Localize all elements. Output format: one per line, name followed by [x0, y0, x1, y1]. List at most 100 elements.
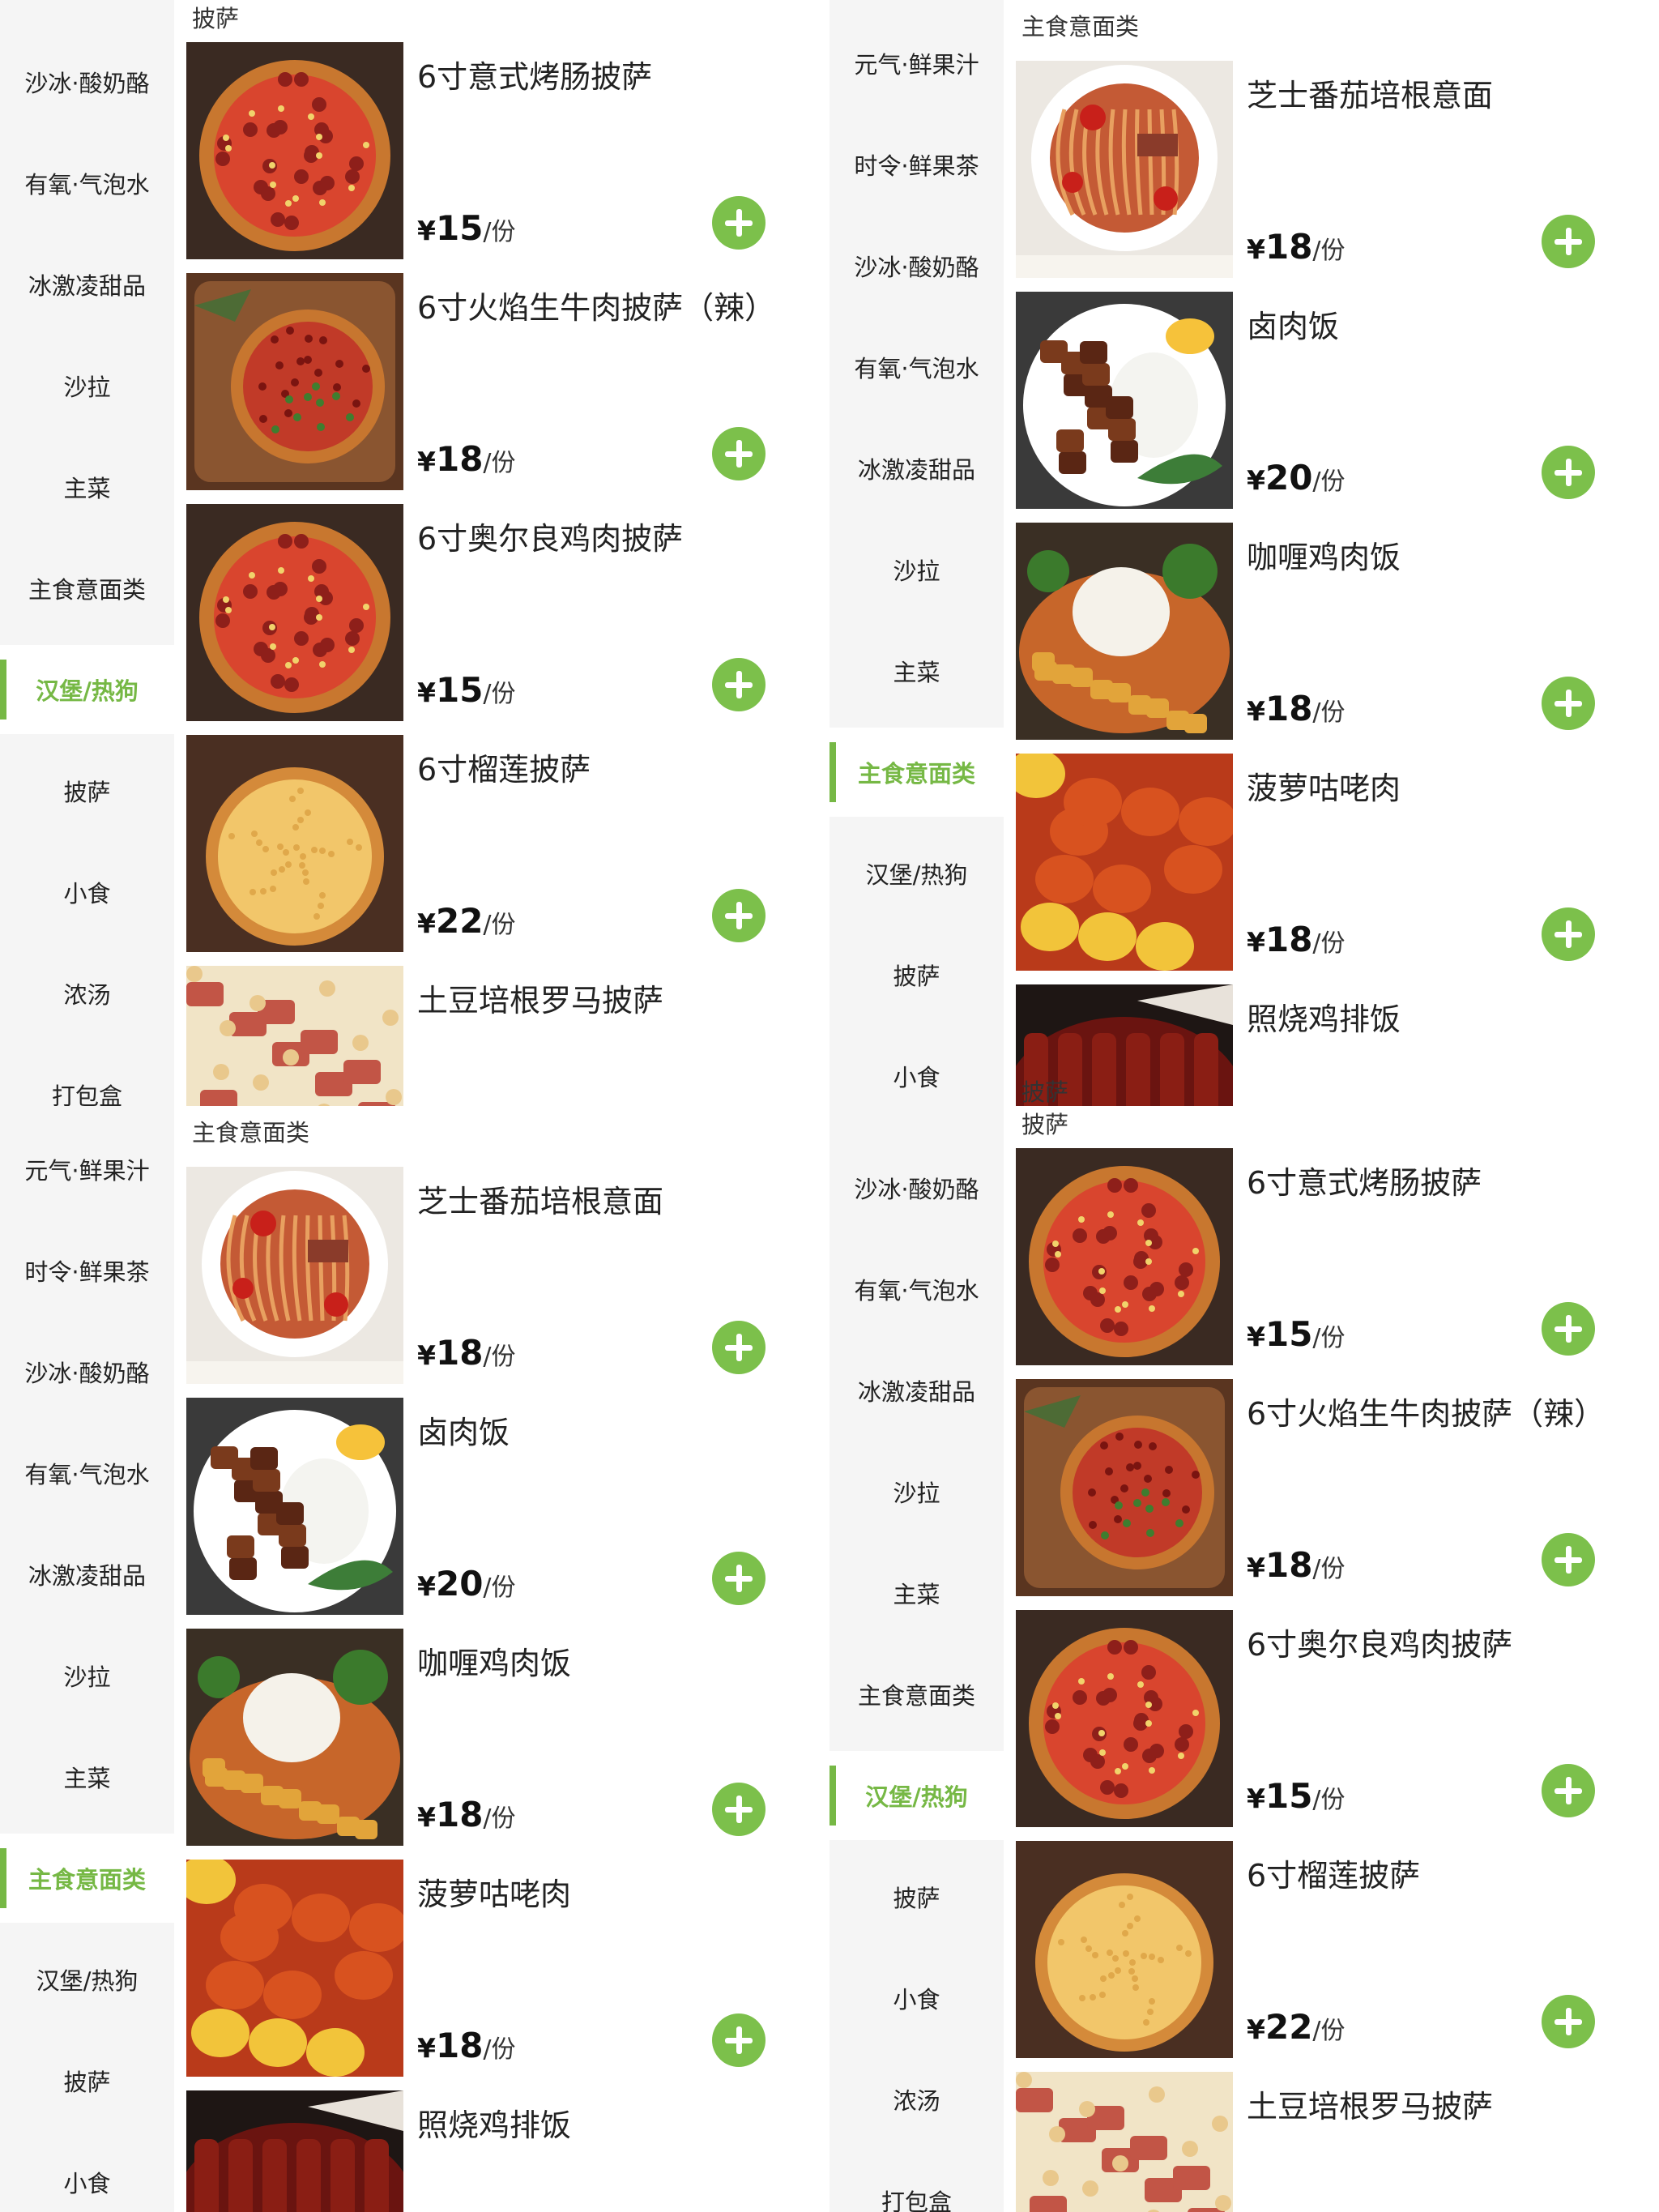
menu-item[interactable]: 6寸奥尔良鸡肉披萨 ¥15/份	[1004, 1610, 1659, 1842]
sidebar-category[interactable]: 元气·鲜果汁	[0, 1125, 174, 1214]
sidebar-category[interactable]: 沙冰·酸奶酪	[830, 1143, 1004, 1232]
sidebar-category[interactable]: 有氧·气泡水	[0, 139, 174, 228]
add-to-cart-icon[interactable]	[712, 1321, 766, 1374]
sidebar-category-active[interactable]: 主食意面类	[0, 1834, 174, 1923]
add-to-cart-icon[interactable]	[1542, 446, 1595, 499]
sidebar-category[interactable]: 沙冰·酸奶酪	[0, 1327, 174, 1416]
sidebar-category-active[interactable]: 主食意面类	[830, 728, 1004, 817]
food-image	[186, 735, 403, 952]
menu-item[interactable]: 菠萝咕咾肉 ¥18/份	[1004, 754, 1659, 985]
add-to-cart-icon[interactable]	[1542, 215, 1595, 268]
sidebar-category[interactable]: 汉堡/热狗	[830, 829, 1004, 918]
add-to-cart-icon[interactable]	[1542, 677, 1595, 730]
sidebar-category[interactable]: 冰激凌甜品	[0, 240, 174, 329]
menu-item[interactable]: 卤肉饭 ¥20/份	[1004, 292, 1659, 523]
menu-item[interactable]: 6寸火焰生牛肉披萨（辣） ¥18/份	[1004, 1379, 1659, 1611]
sidebar-category[interactable]: 汉堡/热狗	[0, 1935, 174, 2024]
item-name: 土豆培根罗马披萨	[417, 983, 664, 1018]
menu-item[interactable]: 6寸火焰生牛肉披萨（辣） ¥18/份	[174, 273, 830, 505]
menu-item[interactable]: 芝士番茄培根意面 ¥18/份	[1004, 61, 1659, 293]
food-image	[1016, 1841, 1233, 2058]
sidebar-category[interactable]: 小食	[830, 1031, 1004, 1106]
menu-item[interactable]: 6寸榴莲披萨 ¥22/份	[1004, 1841, 1659, 2073]
sidebar-category[interactable]: 小食	[830, 1954, 1004, 2043]
item-price: ¥18/份	[417, 2026, 516, 2065]
menu-item[interactable]: 菠萝咕咾肉 ¥18/份	[174, 1860, 830, 2091]
menu-item[interactable]: 照烧鸡排饭	[1004, 984, 1659, 1106]
sidebar-category[interactable]: 冰激凌甜品	[830, 424, 1004, 513]
item-name: 菠萝咕咾肉	[417, 1877, 572, 1912]
add-to-cart-icon[interactable]	[712, 427, 766, 480]
sidebar-category[interactable]: 冰激凌甜品	[830, 1346, 1004, 1435]
menu-item[interactable]: 6寸意式烤肠披萨 ¥15/份	[1004, 1148, 1659, 1380]
sidebar-category[interactable]: 主菜	[830, 626, 1004, 715]
item-price: ¥18/份	[417, 1795, 516, 1834]
food-image	[186, 966, 403, 1106]
item-price: ¥18/份	[417, 1333, 516, 1373]
menu-item[interactable]: 咖喱鸡肉饭 ¥18/份	[174, 1629, 830, 1860]
item-name: 菠萝咕咾肉	[1247, 771, 1401, 806]
product-list: 披萨 6寸意式烤肠披萨 ¥15/份 6寸火焰生牛肉披萨（辣） ¥18/份 6寸奥…	[1004, 1106, 1659, 2212]
sidebar-category-active[interactable]: 汉堡/热狗	[0, 645, 174, 734]
menu-item[interactable]: 6寸榴莲披萨 ¥22/份	[174, 735, 830, 967]
sidebar-category[interactable]: 主菜	[830, 1548, 1004, 1638]
add-to-cart-icon[interactable]	[1542, 1302, 1595, 1356]
sidebar-category-active[interactable]: 汉堡/热狗	[830, 1751, 1004, 1840]
menu-item[interactable]: 照烧鸡排饭	[174, 2090, 830, 2212]
add-to-cart-icon[interactable]	[712, 2013, 766, 2067]
add-to-cart-icon[interactable]	[1542, 1995, 1595, 2048]
sidebar-category[interactable]: 时令·鲜果茶	[830, 120, 1004, 209]
sidebar-category[interactable]: 沙拉	[0, 1631, 174, 1720]
sidebar-category[interactable]: 打包盒	[830, 2156, 1004, 2212]
menu-item[interactable]: 土豆培根罗马披萨	[1004, 2072, 1659, 2212]
menu-item[interactable]: 芝士番茄培根意面 ¥18/份	[174, 1167, 830, 1399]
add-to-cart-icon[interactable]	[712, 196, 766, 250]
menu-panel: 沙冰·酸奶酪 有氧·气泡水 冰激凌甜品 沙拉 主菜 主食意面类 汉堡/热狗 披萨…	[830, 1106, 1659, 2212]
item-price: ¥20/份	[1247, 458, 1346, 497]
sidebar-category[interactable]: 打包盒	[0, 1050, 174, 1106]
sidebar-category[interactable]: 主食意面类	[0, 544, 174, 633]
add-to-cart-icon[interactable]	[712, 658, 766, 711]
sidebar-category[interactable]: 披萨	[830, 930, 1004, 1019]
add-to-cart-icon[interactable]	[1542, 1764, 1595, 1817]
sidebar-category[interactable]: 披萨	[0, 2036, 174, 2125]
sidebar-category[interactable]: 冰激凌甜品	[0, 1530, 174, 1619]
sidebar-category[interactable]: 有氧·气泡水	[830, 322, 1004, 412]
sidebar-category[interactable]: 主菜	[0, 442, 174, 532]
menu-item[interactable]: 卤肉饭 ¥20/份	[174, 1398, 830, 1629]
item-price: ¥15/份	[1247, 1314, 1346, 1354]
sidebar-category[interactable]: 小食	[0, 2137, 174, 2212]
sidebar-category[interactable]: 元气·鲜果汁	[830, 19, 1004, 108]
menu-item[interactable]: 6寸奥尔良鸡肉披萨 ¥15/份	[174, 504, 830, 736]
sidebar-category[interactable]: 沙拉	[830, 1447, 1004, 1536]
sidebar-category[interactable]: 有氧·气泡水	[830, 1245, 1004, 1334]
item-price: ¥18/份	[1247, 227, 1346, 267]
sidebar-category[interactable]: 浓汤	[830, 2055, 1004, 2144]
sidebar-category[interactable]: 沙冰·酸奶酪	[830, 221, 1004, 310]
product-list: 主食意面类 芝士番茄培根意面 ¥18/份 卤肉饭 ¥20/份 咖喱鸡肉饭 ¥18…	[1004, 0, 1659, 1106]
add-to-cart-icon[interactable]	[712, 1783, 766, 1836]
sidebar-category[interactable]: 小食	[0, 848, 174, 937]
menu-item[interactable]: 土豆培根罗马披萨	[174, 966, 830, 1106]
sidebar-category[interactable]: 有氧·气泡水	[0, 1428, 174, 1518]
sidebar-category[interactable]: 沙冰·酸奶酪	[0, 37, 174, 126]
item-name: 6寸意式烤肠披萨	[1247, 1165, 1482, 1201]
add-to-cart-icon[interactable]	[712, 889, 766, 942]
sidebar-category[interactable]: 沙拉	[830, 525, 1004, 614]
food-image	[186, 1398, 403, 1615]
menu-item[interactable]: 6寸意式烤肠披萨 ¥15/份	[174, 42, 830, 274]
sidebar-category[interactable]: 披萨	[830, 1852, 1004, 1941]
menu-item[interactable]: 咖喱鸡肉饭 ¥18/份	[1004, 523, 1659, 754]
item-price: ¥18/份	[417, 439, 516, 479]
sidebar-category[interactable]: 披萨	[0, 746, 174, 835]
add-to-cart-icon[interactable]	[712, 1552, 766, 1605]
item-name: 芝士番茄培根意面	[417, 1184, 664, 1219]
sidebar-category[interactable]: 主菜	[0, 1732, 174, 1821]
sidebar-category[interactable]: 沙拉	[0, 341, 174, 430]
add-to-cart-icon[interactable]	[1542, 907, 1595, 961]
sidebar-category[interactable]: 浓汤	[0, 949, 174, 1038]
sidebar-category[interactable]: 主食意面类	[830, 1650, 1004, 1739]
item-price: ¥22/份	[417, 901, 516, 941]
add-to-cart-icon[interactable]	[1542, 1533, 1595, 1586]
sidebar-category[interactable]: 时令·鲜果茶	[0, 1226, 174, 1315]
